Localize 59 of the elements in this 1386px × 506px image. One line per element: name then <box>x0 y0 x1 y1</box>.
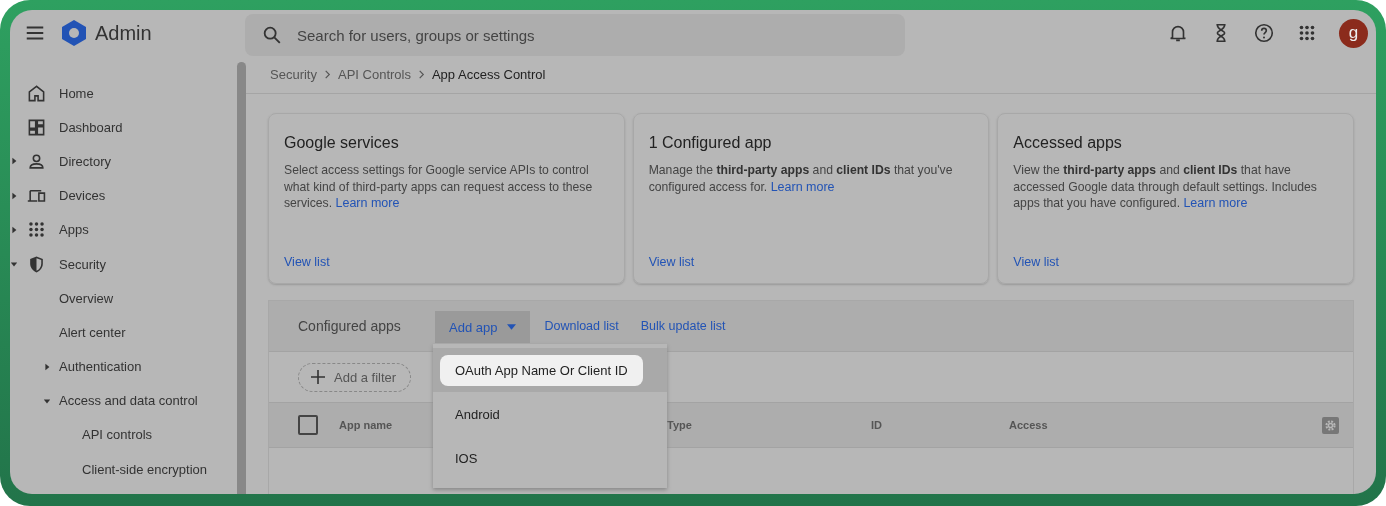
nav-item[interactable]: Home <box>59 85 94 101</box>
column-header: ID <box>871 419 882 431</box>
dashboard-icon <box>27 117 46 137</box>
caret-icon[interactable] <box>10 225 18 234</box>
caret-icon[interactable] <box>43 362 51 371</box>
shield-icon <box>27 254 46 274</box>
nav-item[interactable]: Security <box>59 256 106 272</box>
learn-more-link[interactable]: Learn more <box>335 196 400 210</box>
nav-item[interactable]: Client-side encryption <box>82 461 207 477</box>
chevron-icon <box>322 70 332 79</box>
card-title: Accessed apps <box>1013 134 1123 152</box>
caret-down-icon <box>507 324 517 330</box>
breadcrumb-item[interactable]: API Controls <box>337 67 411 82</box>
view-list-link[interactable]: View list <box>284 255 330 269</box>
nav-item[interactable]: Alert center <box>59 324 126 340</box>
home-icon <box>27 83 46 103</box>
learn-more-link[interactable]: Learn more <box>770 179 835 194</box>
hexagon-logo-icon <box>60 19 88 47</box>
column-header: App name <box>339 419 393 431</box>
panel-title: Configured apps <box>298 318 402 334</box>
nav-item[interactable]: Dashboard <box>59 119 123 135</box>
nav-item[interactable]: Overview <box>59 290 114 306</box>
card-title: Google services <box>284 134 400 152</box>
nav-item[interactable]: Access and data control <box>59 393 198 409</box>
nav-item[interactable]: Directory <box>59 153 111 169</box>
action-link[interactable]: Download list <box>544 319 619 333</box>
menu-item[interactable]: OAuth App Name Or Client ID <box>440 354 643 386</box>
select-all-checkbox[interactable] <box>298 415 318 435</box>
card-description: View the third-party apps and client IDs that have accessed Google data through default settings. Includes apps that you have configured. Learn more <box>1013 162 1318 212</box>
caret-icon[interactable] <box>43 396 51 405</box>
grid-icon <box>27 220 46 240</box>
card-description: Select access settings for Google service APIs to control what kind of third-party apps can request access to these services. Learn more <box>284 162 594 212</box>
nav-item[interactable]: Devices <box>59 188 106 204</box>
nav-item[interactable]: API controls <box>82 427 153 443</box>
caret-icon[interactable] <box>10 260 18 269</box>
person-icon <box>27 151 46 171</box>
plus-icon <box>311 370 325 384</box>
caret-icon[interactable] <box>10 191 18 200</box>
card-title: 1 Configured app <box>648 134 773 152</box>
product-name: Admin <box>95 21 152 45</box>
avatar[interactable]: g <box>1339 18 1368 48</box>
menu-item[interactable]: IOS <box>440 442 493 474</box>
nav-item[interactable]: Authentication <box>59 359 142 375</box>
card-description: Manage the third-party apps and client IDs that you've configured access for. Learn more <box>648 162 954 195</box>
search-icon <box>261 24 283 46</box>
column-header: Access <box>1009 419 1048 431</box>
help-icon[interactable] <box>1253 22 1275 44</box>
breadcrumb-item: App Access Control <box>431 67 546 82</box>
scrollbar[interactable] <box>237 62 246 494</box>
search-field[interactable]: Search for users, groups or settings <box>245 14 905 56</box>
breadcrumb-item[interactable]: Security <box>270 67 317 82</box>
learn-more-link[interactable]: Learn more <box>1183 196 1248 210</box>
view-list-link[interactable]: View list <box>1013 255 1059 269</box>
column-header: Type <box>667 419 692 431</box>
caret-icon[interactable] <box>10 157 18 166</box>
chevron-icon <box>416 70 426 79</box>
view-list-link[interactable]: View list <box>648 255 695 269</box>
nav-item[interactable]: Apps <box>59 222 89 238</box>
menu-item[interactable]: Android <box>440 398 515 430</box>
